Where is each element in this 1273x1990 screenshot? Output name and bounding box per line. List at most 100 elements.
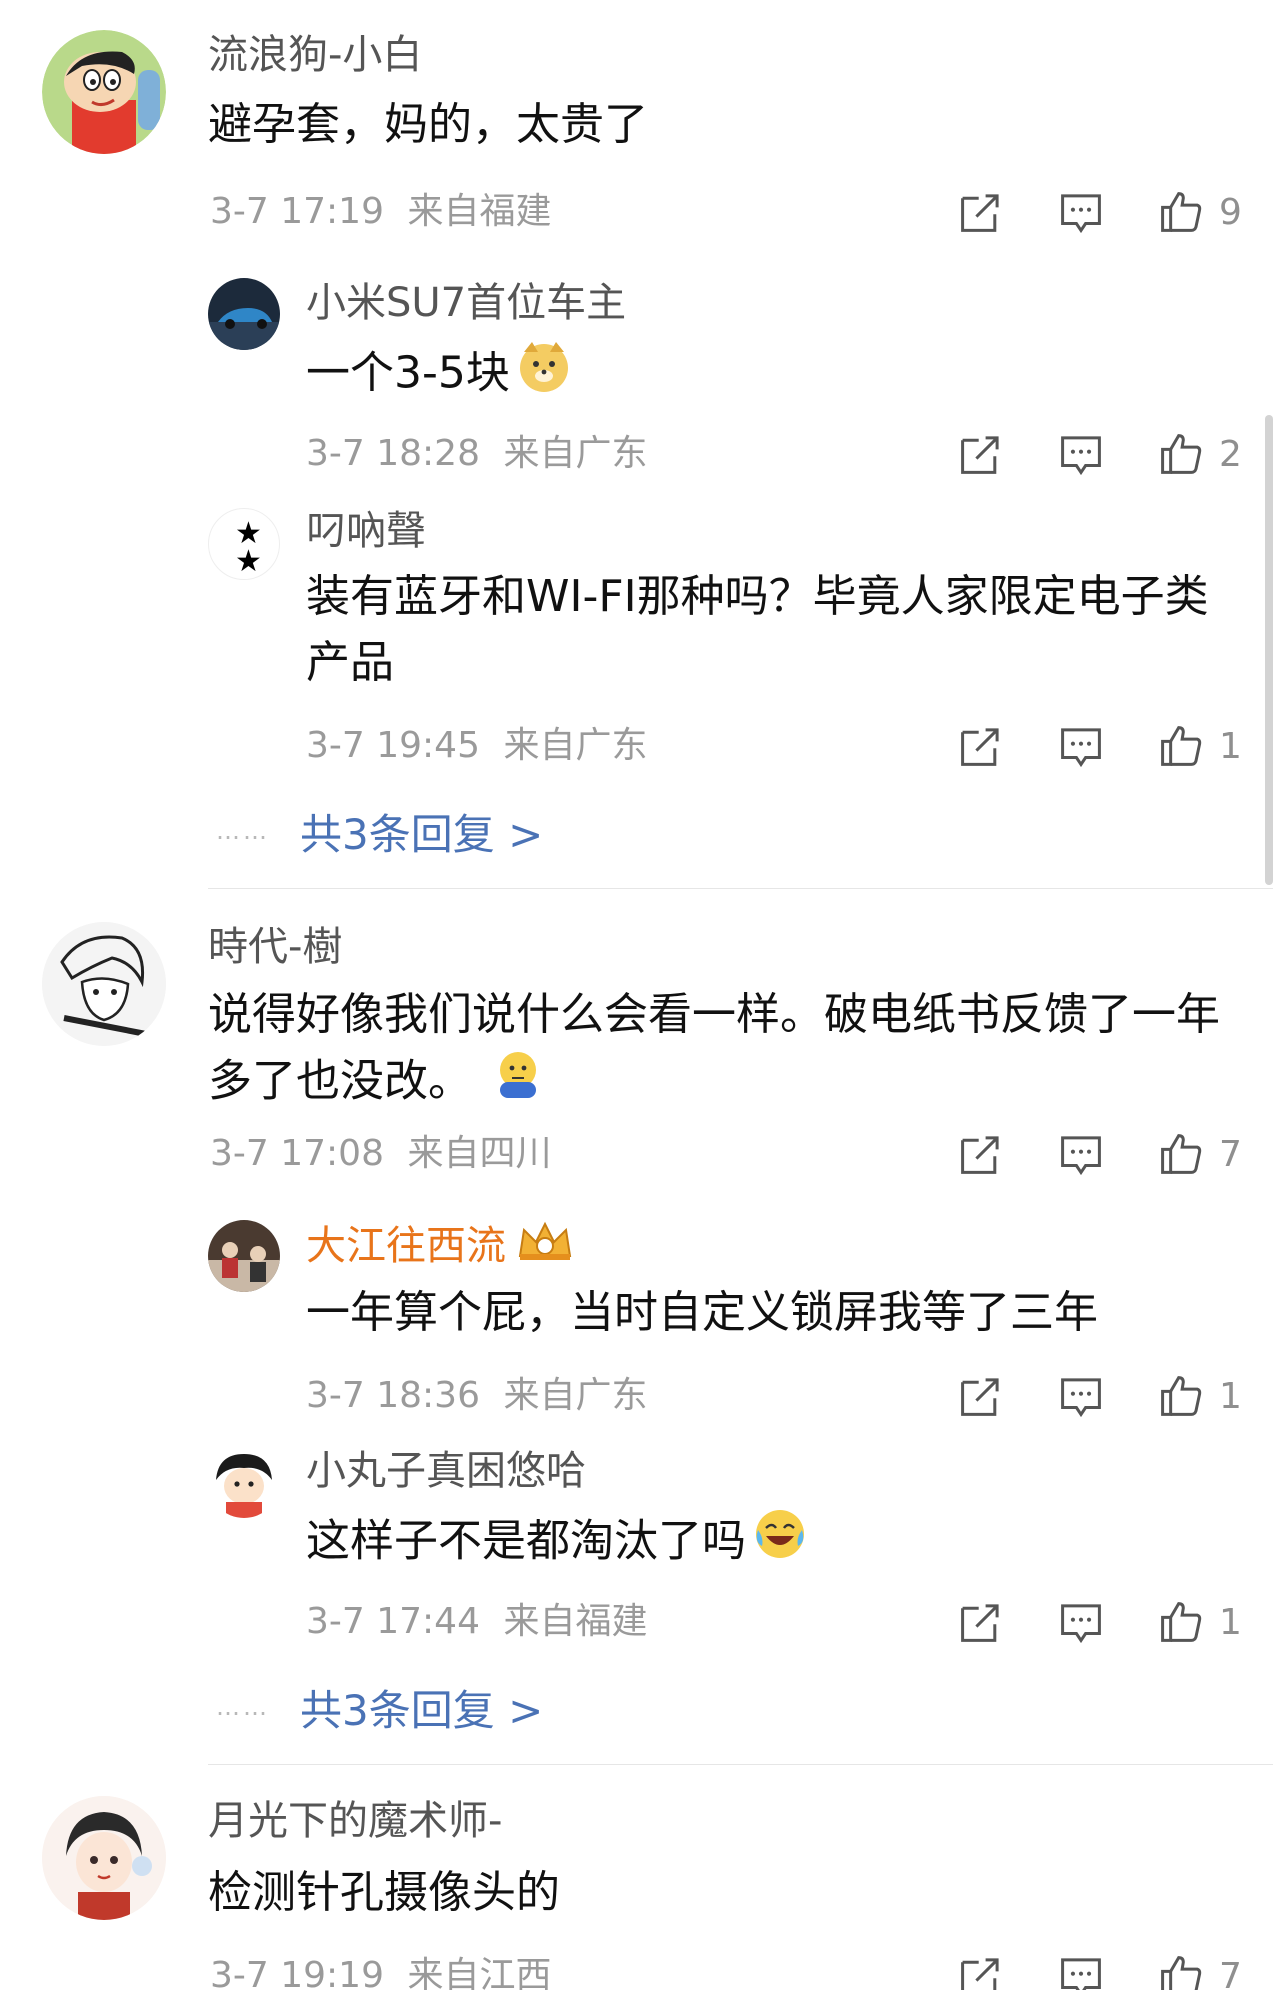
crown-badge <box>516 1220 574 1276</box>
avatar[interactable] <box>208 278 280 350</box>
avatar[interactable] <box>208 1446 280 1518</box>
reply-text: 装有蓝牙和WI-FI那种吗？毕竟人家限定电子类产品 <box>306 571 1209 688</box>
username[interactable]: 時代-樹 <box>208 922 342 972</box>
share-button[interactable] <box>951 182 1011 242</box>
comment-icon <box>1061 1958 1101 1990</box>
more-replies-link[interactable]: 共3条回复 > <box>300 1677 543 1738</box>
comment-meta: 3-7 19:19 来自江西 <box>210 1954 551 1990</box>
comment-button[interactable] <box>1051 182 1111 242</box>
share-icon <box>961 1378 999 1416</box>
awkward-emoji <box>492 1048 544 1119</box>
svg-text:★: ★ <box>235 544 262 579</box>
comment-button[interactable] <box>1051 1366 1111 1426</box>
ellipsis: …… <box>216 1693 270 1721</box>
like-button[interactable]: 9 <box>1151 182 1243 242</box>
share-button[interactable] <box>951 1592 1011 1652</box>
username[interactable]: 流浪狗-小白 <box>208 30 422 80</box>
share-button[interactable] <box>951 1124 1011 1184</box>
thumbs-up-icon <box>1161 1602 1202 1642</box>
share-button[interactable] <box>951 716 1011 776</box>
avatar[interactable] <box>42 922 166 1046</box>
reply-meta: 3-7 18:28 来自广东 <box>306 432 647 476</box>
comment-list: 流浪狗-小白 避孕套，妈的，太贵了 3-7 17:19 来自福建 9 小米SU7… <box>0 0 1273 1990</box>
divider <box>208 888 1273 889</box>
share-button[interactable] <box>951 424 1011 484</box>
comment-button[interactable] <box>1051 1592 1111 1652</box>
like-count: 1 <box>1219 1375 1242 1417</box>
reply-meta: 3-7 17:44 来自福建 <box>306 1600 647 1644</box>
like-button[interactable]: 1 <box>1151 1592 1243 1652</box>
comment-text: 检测针孔摄像头的 <box>208 1867 560 1918</box>
scrollbar[interactable] <box>1265 415 1273 885</box>
more-replies[interactable]: …… 共3条回复 > <box>216 806 543 859</box>
more-replies[interactable]: …… 共3条回复 > <box>216 1682 543 1735</box>
share-icon <box>961 1136 999 1174</box>
avatar[interactable] <box>42 1796 166 1920</box>
timestamp: 3-7 19:45 <box>306 725 480 766</box>
avatar[interactable] <box>42 30 166 154</box>
share-button[interactable] <box>951 1366 1011 1426</box>
avatar[interactable] <box>208 1220 280 1292</box>
timestamp: 3-7 18:36 <box>306 1375 480 1416</box>
timestamp: 3-7 19:19 <box>210 1955 384 1990</box>
avatar[interactable]: ★ ★ <box>208 508 280 580</box>
ellipsis: …… <box>216 817 270 845</box>
comment-meta: 3-7 17:19 来自福建 <box>210 190 551 234</box>
comment-icon <box>1061 728 1101 768</box>
thumbs-up-icon <box>1161 1134 1202 1174</box>
comment-actions: 7 <box>951 1124 1243 1184</box>
comment-button[interactable] <box>1051 1124 1111 1184</box>
thumbs-up-icon <box>1161 726 1202 766</box>
more-replies-link[interactable]: 共3条回复 > <box>300 801 543 862</box>
location: 来自广东 <box>503 1375 648 1416</box>
location: 来自广东 <box>503 725 648 766</box>
comment-icon <box>1061 1604 1101 1644</box>
comment-button[interactable] <box>1051 424 1111 484</box>
like-button[interactable]: 7 <box>1151 1946 1243 1990</box>
like-button[interactable]: 1 <box>1151 1366 1243 1426</box>
thumbs-up-icon <box>1161 434 1202 474</box>
share-icon <box>961 436 999 474</box>
reply-actions: 1 <box>951 716 1243 776</box>
share-icon <box>961 728 999 766</box>
username[interactable]: 小米SU7首位车主 <box>306 278 626 328</box>
comment-button[interactable] <box>1051 716 1111 776</box>
like-button[interactable]: 1 <box>1151 716 1243 776</box>
comment-actions: 9 <box>951 182 1243 242</box>
username[interactable]: 月光下的魔术师- <box>208 1796 502 1846</box>
reply-actions: 1 <box>951 1592 1243 1652</box>
share-icon <box>961 1604 999 1642</box>
username[interactable]: 大江往西流 <box>306 1220 574 1276</box>
comment-text: 避孕套，妈的，太贵了 <box>208 99 648 150</box>
divider <box>208 1764 1273 1765</box>
like-count: 7 <box>1219 1133 1242 1175</box>
thumbs-up-icon <box>1161 1376 1202 1416</box>
timestamp: 3-7 18:28 <box>306 433 480 474</box>
doge-emoji <box>516 338 572 413</box>
comment-icon <box>1061 1136 1101 1176</box>
thumbs-up-icon <box>1161 192 1202 232</box>
share-button[interactable] <box>951 1946 1011 1990</box>
timestamp: 3-7 17:44 <box>306 1601 480 1642</box>
timestamp: 3-7 17:19 <box>210 191 384 232</box>
timestamp: 3-7 17:08 <box>210 1133 384 1174</box>
like-count: 1 <box>1219 725 1242 767</box>
like-button[interactable]: 2 <box>1151 424 1243 484</box>
location: 来自福建 <box>503 1601 648 1642</box>
reply-actions: 2 <box>951 424 1243 484</box>
reply-text: 这样子不是都淘汰了吗 <box>306 1506 1236 1581</box>
share-icon <box>961 194 999 232</box>
username[interactable]: 小丸子真困悠哈 <box>306 1446 586 1496</box>
comment-button[interactable] <box>1051 1946 1111 1990</box>
like-count: 1 <box>1219 1601 1242 1643</box>
reply-meta: 3-7 19:45 来自广东 <box>306 724 647 768</box>
reply-text: 一年算个屁，当时自定义锁屏我等了三年 <box>306 1287 1098 1338</box>
location: 来自福建 <box>407 191 552 232</box>
like-button[interactable]: 7 <box>1151 1124 1243 1184</box>
location: 来自江西 <box>407 1955 552 1990</box>
location: 来自四川 <box>407 1133 552 1174</box>
share-icon <box>961 1958 999 1990</box>
comment-icon <box>1061 194 1101 234</box>
location: 来自广东 <box>503 433 648 474</box>
username[interactable]: 叼吶聲 <box>306 506 426 556</box>
